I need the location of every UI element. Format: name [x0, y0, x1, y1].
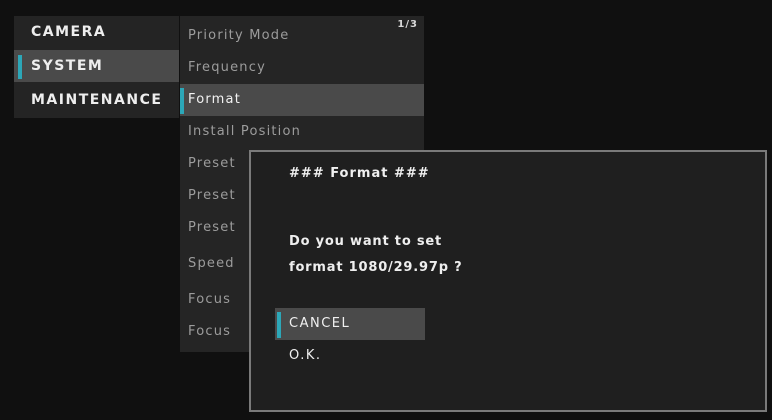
submenu-item-label: Format: [188, 92, 242, 107]
submenu-item-label: Preset: [188, 188, 236, 203]
submenu-item-label: Priority Mode: [188, 28, 290, 43]
category-label: SYSTEM: [31, 58, 104, 74]
submenu-item-frequency[interactable]: Frequency: [180, 52, 424, 84]
dialog-message-line2: format 1080/29.97p ?: [289, 260, 463, 275]
dialog-title: ### Format ###: [289, 166, 430, 181]
ok-button[interactable]: O.K.: [275, 340, 425, 372]
format-confirm-dialog: ### Format ### Do you want to set format…: [249, 150, 767, 412]
category-label: CAMERA: [31, 24, 107, 40]
category-menu: CAMERA SYSTEM MAINTENANCE: [14, 16, 179, 118]
submenu-item-label: Speed: [188, 256, 235, 271]
submenu-item-label: Preset: [188, 220, 236, 235]
submenu-item-label: Preset: [188, 156, 236, 171]
category-maintenance[interactable]: MAINTENANCE: [14, 84, 179, 116]
ok-button-label: O.K.: [289, 348, 322, 363]
submenu-item-install-position[interactable]: Install Position: [180, 116, 424, 148]
submenu-item-label: Frequency: [188, 60, 266, 75]
category-label: MAINTENANCE: [31, 92, 163, 108]
dialog-message-line1: Do you want to set: [289, 234, 443, 249]
submenu-item-label: Focus: [188, 292, 232, 307]
category-system[interactable]: SYSTEM: [14, 50, 179, 82]
submenu-item-format[interactable]: Format: [180, 84, 424, 116]
submenu-item-priority-mode[interactable]: Priority Mode: [180, 20, 424, 52]
category-camera[interactable]: CAMERA: [14, 16, 179, 48]
cancel-button-label: CANCEL: [289, 316, 351, 331]
camera-osd-screen: CAMERA SYSTEM MAINTENANCE 1/3 Priority M…: [0, 0, 772, 420]
submenu-item-label: Install Position: [188, 124, 302, 139]
submenu-item-label: Focus: [188, 324, 232, 339]
cancel-button[interactable]: CANCEL: [275, 308, 425, 340]
